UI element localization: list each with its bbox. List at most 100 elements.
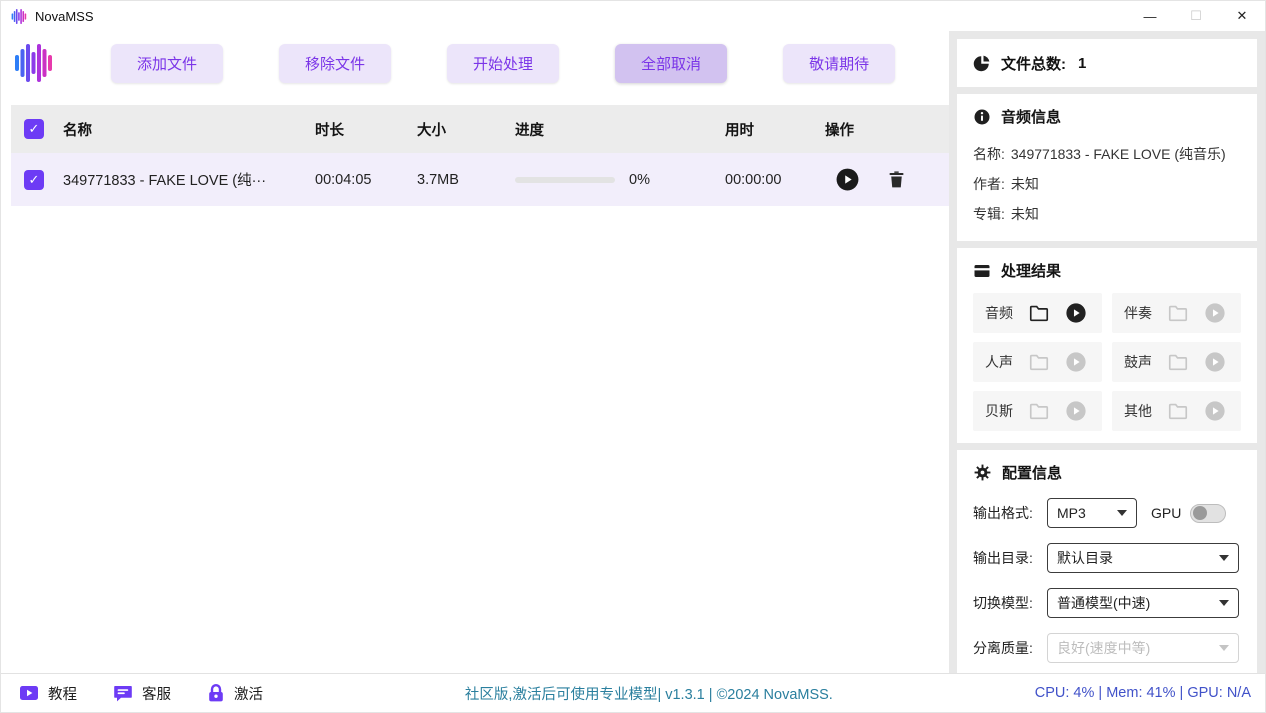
quality-value: 良好(速度中等) bbox=[1057, 638, 1150, 658]
waveform-logo-icon bbox=[15, 44, 55, 82]
chat-bubble-icon bbox=[113, 683, 133, 703]
card-icon bbox=[973, 262, 991, 280]
audio-info-title: 音频信息 bbox=[1001, 106, 1061, 127]
table-row[interactable]: ✓ 349771833 - FAKE LOVE (纯··· 00:04:05 3… bbox=[11, 153, 949, 206]
quality-label: 分离质量: bbox=[973, 638, 1047, 658]
remove-files-button[interactable]: 移除文件 bbox=[279, 44, 391, 83]
folder-icon[interactable] bbox=[1167, 351, 1189, 373]
progress-cell: 0% bbox=[515, 172, 725, 188]
minimize-button[interactable]: — bbox=[1127, 1, 1173, 31]
audio-album-value: 未知 bbox=[1011, 206, 1039, 222]
gpu-toggle[interactable] bbox=[1190, 504, 1226, 523]
quality-select: 良好(速度中等) bbox=[1047, 633, 1239, 663]
add-files-button[interactable]: 添加文件 bbox=[111, 44, 223, 83]
left-pane: 添加文件 移除文件 开始处理 全部取消 敬请期待 ✓ 名称 时长 大小 进度 用… bbox=[1, 31, 949, 673]
titlebar-left: NovaMSS bbox=[11, 9, 94, 24]
audio-album-row: 专辑: 未知 bbox=[973, 199, 1241, 229]
main-content: 添加文件 移除文件 开始处理 全部取消 敬请期待 ✓ 名称 时长 大小 进度 用… bbox=[1, 31, 1265, 673]
audio-album-label: 专辑: bbox=[973, 206, 1005, 222]
audio-name-value: 349771833 - FAKE LOVE (纯音乐) bbox=[1011, 146, 1226, 162]
progress-value: 0% bbox=[629, 172, 650, 188]
model-select[interactable]: 普通模型(中速) bbox=[1047, 588, 1239, 618]
coming-soon-button[interactable]: 敬请期待 bbox=[783, 44, 895, 83]
maximize-button[interactable]: ☐ bbox=[1173, 1, 1219, 31]
result-label: 鼓声 bbox=[1124, 352, 1152, 372]
output-format-row: 输出格式: MP3 GPU bbox=[973, 498, 1241, 528]
model-row: 切换模型: 普通模型(中速) bbox=[973, 588, 1241, 618]
play-icon[interactable] bbox=[1204, 351, 1226, 373]
play-icon[interactable] bbox=[1204, 400, 1226, 422]
folder-icon[interactable] bbox=[1028, 351, 1050, 373]
audio-info-card: 音频信息 名称: 349771833 - FAKE LOVE (纯音乐) 作者: 未… bbox=[957, 94, 1257, 241]
play-icon[interactable] bbox=[1065, 351, 1087, 373]
window-controls: — ☐ ✕ bbox=[1127, 1, 1265, 31]
support-link[interactable]: 客服 bbox=[113, 683, 171, 704]
audio-name-row: 名称: 349771833 - FAKE LOVE (纯音乐) bbox=[973, 139, 1241, 169]
select-all-checkbox[interactable]: ✓ bbox=[24, 119, 44, 139]
time-used: 00:00:00 bbox=[725, 172, 825, 188]
folder-icon[interactable] bbox=[1167, 302, 1189, 324]
close-button[interactable]: ✕ bbox=[1219, 1, 1265, 31]
table-header: ✓ 名称 时长 大小 进度 用时 操作 bbox=[11, 105, 949, 153]
activate-label: 激活 bbox=[234, 683, 263, 704]
row-actions bbox=[825, 167, 949, 192]
statusbar: 教程 客服 激活 社区版,激活后可使用专业模型| v1.3.1 | ©2024 … bbox=[1, 673, 1265, 712]
right-pane: 文件总数: 1 音频信息 名称: 349771833 - FAKE LOVE (纯… bbox=[949, 31, 1265, 673]
app-window: NovaMSS — ☐ ✕ bbox=[0, 0, 1266, 713]
folder-icon[interactable] bbox=[1028, 302, 1050, 324]
folder-icon[interactable] bbox=[1028, 400, 1050, 422]
pie-chart-icon bbox=[973, 54, 991, 72]
play-icon[interactable] bbox=[1065, 302, 1087, 324]
toolbar: 添加文件 移除文件 开始处理 全部取消 敬请期待 bbox=[1, 31, 949, 95]
progress-bar bbox=[515, 177, 615, 183]
tutorial-icon bbox=[19, 683, 39, 703]
result-label: 其他 bbox=[1124, 401, 1152, 421]
model-value: 普通模型(中速) bbox=[1057, 593, 1150, 613]
folder-icon[interactable] bbox=[1167, 400, 1189, 422]
total-files-label: 文件总数: bbox=[1001, 53, 1066, 74]
audio-artist-label: 作者: bbox=[973, 176, 1005, 192]
chevron-down-icon bbox=[1219, 645, 1229, 651]
output-dir-value: 默认目录 bbox=[1057, 548, 1113, 568]
output-format-label: 输出格式: bbox=[973, 503, 1047, 523]
result-item-drums: 鼓声 bbox=[1112, 342, 1241, 382]
result-item-vocals: 人声 bbox=[973, 342, 1102, 382]
activate-link[interactable]: 激活 bbox=[207, 683, 263, 704]
column-header-duration: 时长 bbox=[315, 119, 417, 140]
audio-name-label: 名称: bbox=[973, 146, 1005, 162]
lock-icon bbox=[207, 683, 225, 703]
cancel-all-button[interactable]: 全部取消 bbox=[615, 44, 727, 83]
model-label: 切换模型: bbox=[973, 593, 1047, 613]
file-table: ✓ 名称 时长 大小 进度 用时 操作 ✓ 349771833 - FAKE L… bbox=[11, 105, 949, 673]
row-play-button[interactable] bbox=[835, 167, 860, 192]
config-card: 配置信息 输出格式: MP3 GPU 输出目录: bbox=[957, 450, 1257, 675]
output-format-value: MP3 bbox=[1057, 505, 1086, 521]
audio-artist-value: 未知 bbox=[1011, 176, 1039, 192]
result-label: 人声 bbox=[985, 352, 1013, 372]
total-files-value: 1 bbox=[1078, 55, 1086, 72]
chevron-down-icon bbox=[1219, 555, 1229, 561]
app-title: NovaMSS bbox=[35, 9, 94, 24]
total-files-card: 文件总数: 1 bbox=[957, 39, 1257, 87]
column-header-name: 名称 bbox=[63, 119, 315, 140]
file-size: 3.7MB bbox=[417, 172, 515, 188]
status-links: 教程 客服 激活 bbox=[19, 683, 263, 704]
system-stats: CPU: 4% | Mem: 41% | GPU: N/A bbox=[1035, 685, 1251, 701]
app-logo-icon bbox=[11, 9, 28, 24]
gpu-toggle-knob bbox=[1193, 506, 1207, 520]
play-icon[interactable] bbox=[1204, 302, 1226, 324]
output-format-select[interactable]: MP3 bbox=[1047, 498, 1137, 528]
output-dir-row: 输出目录: 默认目录 bbox=[973, 543, 1241, 573]
gpu-label: GPU bbox=[1151, 505, 1181, 521]
result-item-audio: 音频 bbox=[973, 293, 1102, 333]
row-checkbox[interactable]: ✓ bbox=[24, 170, 44, 190]
play-icon[interactable] bbox=[1065, 400, 1087, 422]
result-item-bass: 贝斯 bbox=[973, 391, 1102, 431]
quality-row: 分离质量: 良好(速度中等) bbox=[973, 633, 1241, 663]
row-delete-button[interactable] bbox=[886, 169, 907, 190]
output-dir-select[interactable]: 默认目录 bbox=[1047, 543, 1239, 573]
audio-info-fields: 名称: 349771833 - FAKE LOVE (纯音乐) 作者: 未知 专辑:… bbox=[973, 139, 1241, 229]
tutorial-link[interactable]: 教程 bbox=[19, 683, 77, 704]
info-icon bbox=[973, 108, 991, 126]
start-processing-button[interactable]: 开始处理 bbox=[447, 44, 559, 83]
